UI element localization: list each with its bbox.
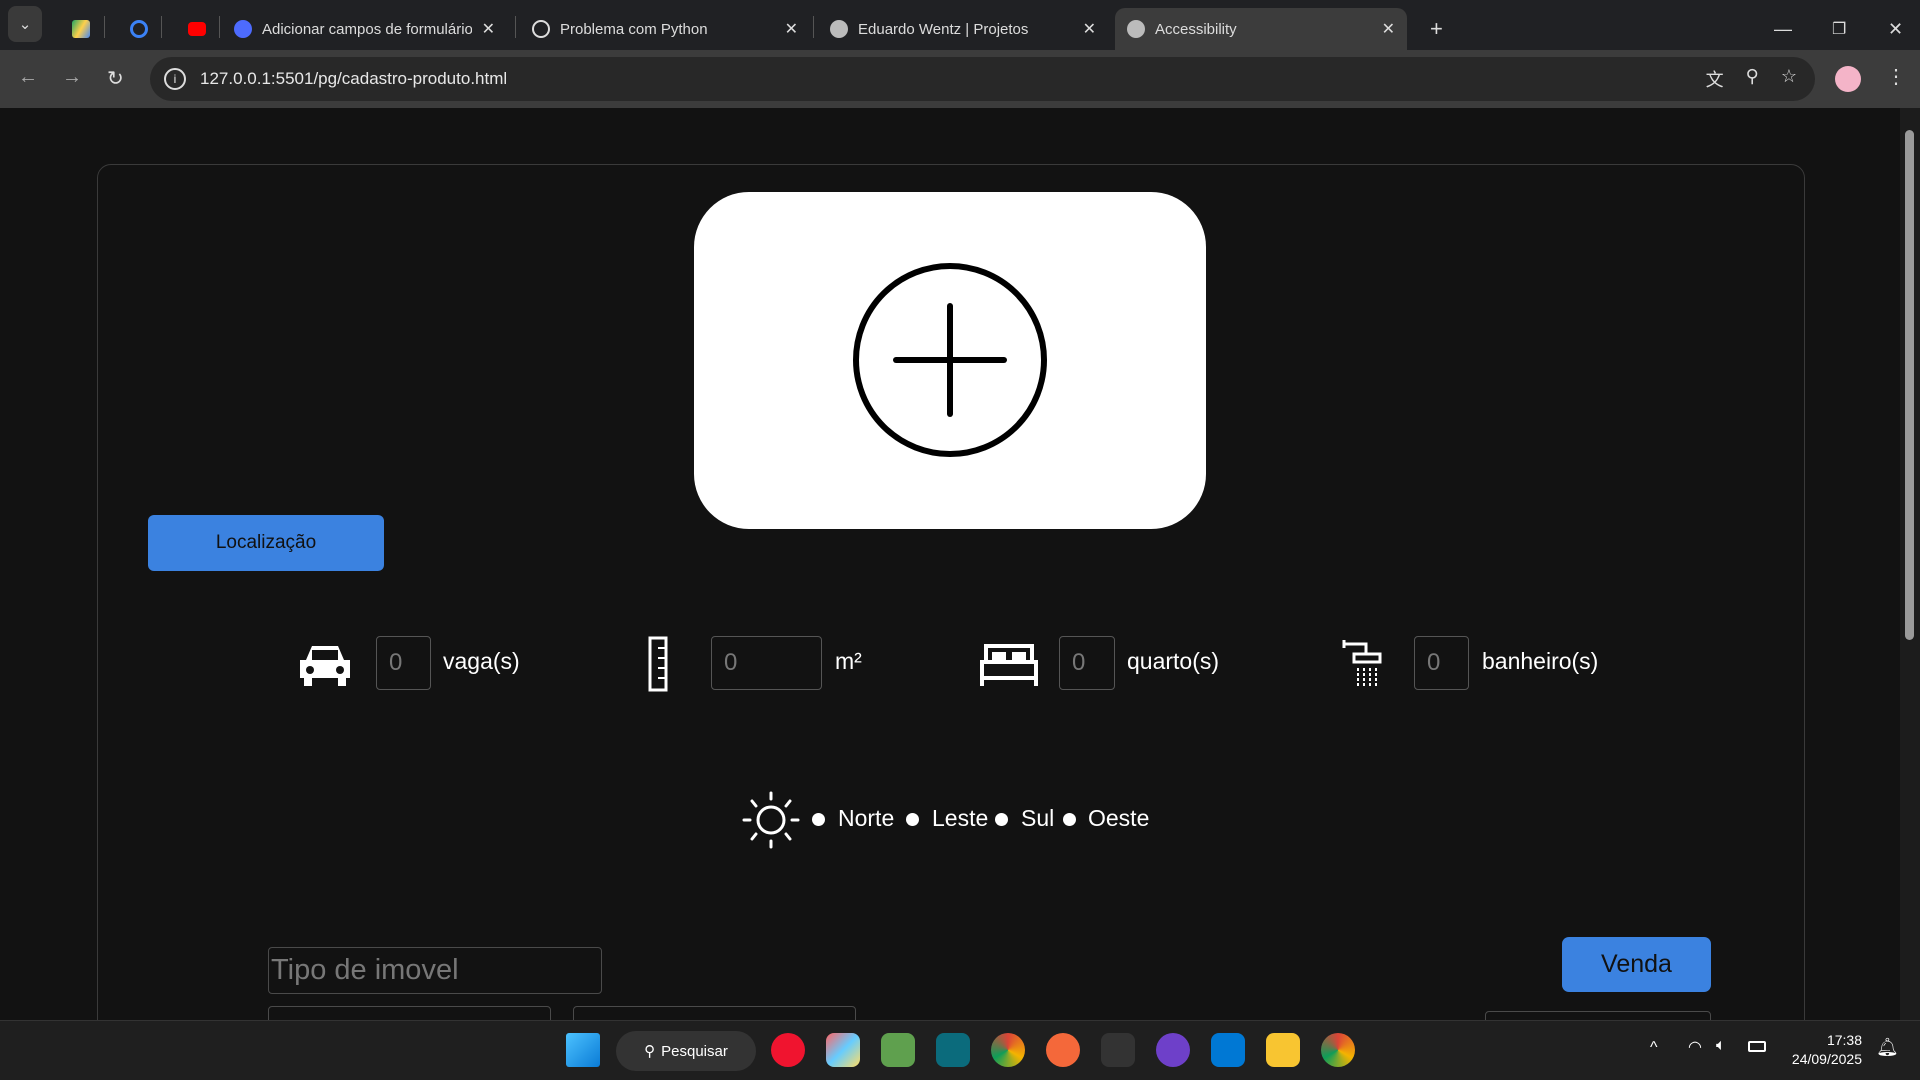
car-icon [300, 646, 350, 686]
chrome-icon[interactable] [991, 1033, 1025, 1067]
search-icon: ⚲ [644, 1043, 656, 1060]
form-input[interactable] [1485, 1011, 1711, 1020]
menu-icon[interactable]: ⋮ [1886, 64, 1906, 89]
tab-eduardo-wentz[interactable]: Eduardo Wentz | Projetos ✕ [818, 8, 1108, 50]
taskbar: ⚲ Pesquisar ^ ◠ 🔈︎ 17:38 24/09/2025 🔔︎ [0, 1020, 1920, 1080]
back-icon[interactable]: ← [18, 66, 38, 89]
deepseek-icon [234, 20, 252, 38]
ruler-icon [648, 636, 668, 692]
globe-icon [830, 20, 848, 38]
radio-oeste[interactable] [1063, 813, 1076, 826]
radio-norte[interactable] [812, 813, 825, 826]
site-info-icon[interactable]: i [164, 68, 186, 90]
radio-sul[interactable] [995, 813, 1008, 826]
bookmark-star-icon[interactable]: ☆ [1781, 66, 1797, 92]
wifi-icon[interactable]: ◠ [1688, 1037, 1702, 1057]
tab-search-button[interactable]: ⌄ [8, 6, 42, 42]
clock[interactable]: 17:38 24/09/2025 [1792, 1031, 1862, 1069]
app-icon[interactable] [826, 1033, 860, 1067]
nodejs-icon[interactable] [881, 1033, 915, 1067]
windows-start-icon[interactable] [566, 1033, 600, 1067]
globe-icon [1127, 20, 1145, 38]
profile-avatar[interactable] [1835, 66, 1861, 92]
postman-icon[interactable] [1046, 1033, 1080, 1067]
parking-spaces-label: vaga(s) [443, 648, 520, 674]
add-circle-icon [853, 263, 1047, 457]
close-icon[interactable]: ✕ [785, 19, 798, 39]
time: 17:38 [1826, 1032, 1862, 1048]
radio-label-norte: Norte [838, 805, 895, 831]
chatgpt-icon [532, 20, 550, 38]
radio-label-sul: Sul [1021, 805, 1055, 831]
url-text[interactable]: 127.0.0.1:5501/pg/cadastro-produto.html [200, 69, 507, 89]
tab-pinned-check[interactable] [118, 8, 160, 50]
translate-icon[interactable]: ⽂ [1706, 66, 1724, 92]
tab-title: Adicionar campos de formulário [261, 20, 472, 38]
chrome-profile-icon[interactable] [1321, 1033, 1355, 1067]
bathrooms-label: banheiro(s) [1482, 648, 1599, 674]
image-upload-box[interactable] [694, 192, 1206, 529]
volume-icon[interactable]: 🔈︎ [1716, 1037, 1726, 1055]
github-desktop-icon[interactable] [1156, 1033, 1190, 1067]
tab-pinned-youtube[interactable] [176, 8, 218, 50]
tab-title: Accessibility [1155, 20, 1237, 38]
page-content: Localização 0 vaga(s) 0 m² 0 quarto(s) 0… [0, 108, 1900, 1020]
form-input[interactable] [573, 1006, 856, 1020]
tray-chevron-icon[interactable]: ^ [1650, 1039, 1658, 1057]
date: 24/09/2025 [1791, 1051, 1862, 1067]
tab-title: Eduardo Wentz | Projetos [858, 20, 1029, 38]
tab-adicionar-campos[interactable]: Adicionar campos de formulário ✕ [222, 8, 507, 50]
parking-spaces-input[interactable]: 0 [376, 636, 431, 690]
close-icon[interactable]: ✕ [1382, 19, 1395, 39]
area-input[interactable]: 0 [711, 636, 822, 690]
address-bar[interactable]: i 127.0.0.1:5501/pg/cadastro-produto.htm… [150, 57, 1815, 101]
google-drive-icon [72, 20, 90, 38]
scrollbar-thumb[interactable] [1905, 130, 1914, 640]
vscode-icon[interactable] [1211, 1033, 1245, 1067]
zoom-icon[interactable]: ⚲ [1746, 66, 1759, 92]
youtube-icon [188, 22, 206, 36]
tab-strip: ⌄ Adicionar campos de formulário ✕ Proble… [0, 0, 1920, 50]
file-explorer-icon[interactable] [1266, 1033, 1300, 1067]
close-icon[interactable]: ✕ [482, 19, 495, 39]
notification-bell-icon[interactable]: 🔔︎ [1876, 1037, 1899, 1058]
sun-icon [742, 791, 800, 849]
tab-title: Problema com Python [560, 20, 708, 38]
close-window-button[interactable]: ✕ [1876, 8, 1915, 50]
radio-label-oeste: Oeste [1088, 805, 1150, 831]
area-label: m² [835, 648, 862, 674]
property-type-input[interactable]: Tipo de imovel [268, 947, 602, 994]
battery-icon[interactable] [1748, 1041, 1766, 1052]
youtube-music-icon[interactable] [771, 1033, 805, 1067]
tab-accessibility[interactable]: Accessibility ✕ [1115, 8, 1407, 50]
forward-icon[interactable]: → [62, 66, 82, 89]
radio-label-leste: Leste [932, 805, 989, 831]
minimize-button[interactable]: — [1762, 8, 1804, 50]
check-icon [130, 20, 148, 38]
sale-button[interactable]: Venda [1562, 937, 1711, 992]
shower-icon [1342, 640, 1382, 688]
bed-icon [980, 644, 1038, 686]
tab-pinned-drive[interactable] [60, 8, 102, 50]
tab-problema-python[interactable]: Problema com Python ✕ [520, 8, 810, 50]
reload-icon[interactable]: ↻ [107, 66, 124, 91]
radio-leste[interactable] [906, 813, 919, 826]
bathrooms-input[interactable]: 0 [1414, 636, 1469, 690]
terminal-icon[interactable] [1101, 1033, 1135, 1067]
close-icon[interactable]: ✕ [1083, 19, 1096, 39]
search-label: Pesquisar [661, 1042, 728, 1060]
form-input[interactable] [268, 1006, 551, 1020]
new-tab-button[interactable]: + [1418, 8, 1455, 50]
restore-button[interactable]: ❐ [1820, 8, 1858, 50]
location-button[interactable]: Localização [148, 515, 384, 571]
bedrooms-label: quarto(s) [1127, 648, 1220, 674]
taskbar-search[interactable]: ⚲ Pesquisar [616, 1031, 756, 1071]
app-icon[interactable] [936, 1033, 970, 1067]
bedrooms-input[interactable]: 0 [1059, 636, 1115, 690]
